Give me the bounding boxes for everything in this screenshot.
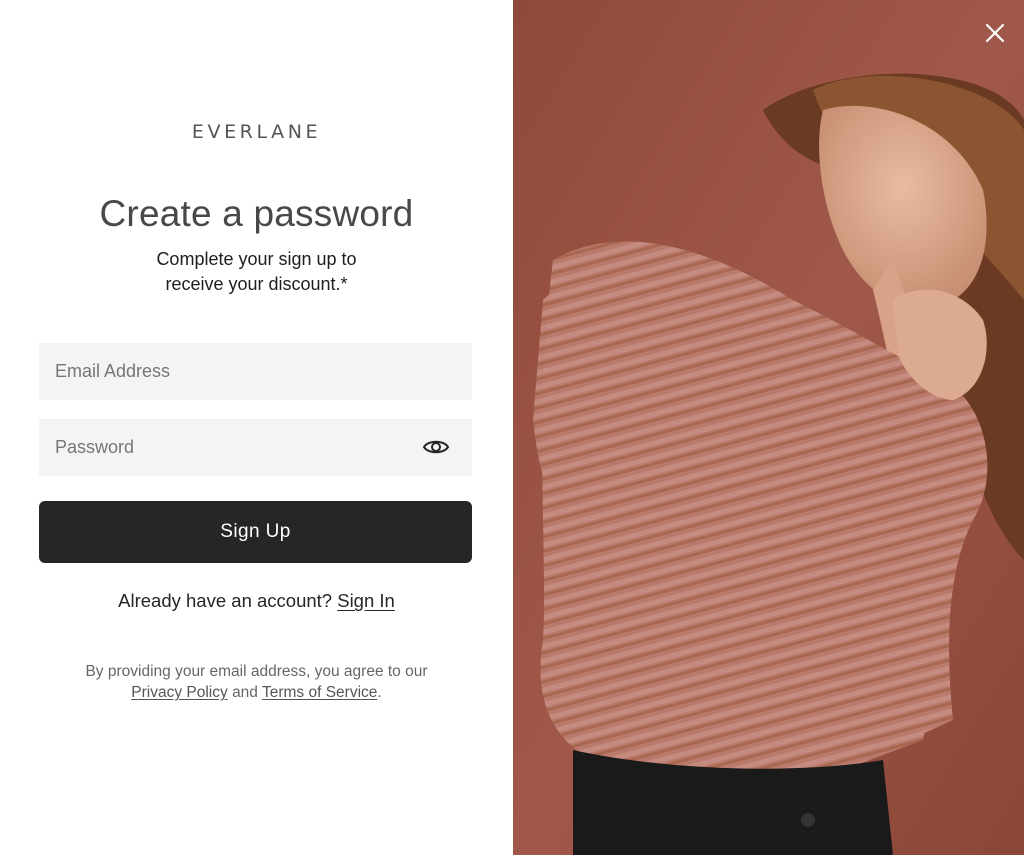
legal-conjunction: and [232,684,258,701]
legal-period: . [377,684,382,701]
legal-links-line: Privacy Policy and Terms of Service. [0,682,513,703]
subtitle-line-1: Complete your sign up to [156,249,357,269]
sign-up-button[interactable]: Sign Up [39,501,472,563]
account-prompt-text: Already have an account? [118,590,333,611]
page-title: Create a password [99,193,414,234]
email-input[interactable] [39,343,472,400]
model-photo [513,0,1024,855]
close-icon[interactable] [984,22,1006,44]
legal-notice: By providing your email address, you agr… [0,661,513,703]
eye-icon[interactable] [422,434,450,460]
email-field[interactable] [39,343,472,400]
legal-text: By providing your email address, you agr… [85,663,428,680]
hero-image-panel [513,0,1024,855]
sign-in-prompt: Already have an account? Sign In [0,590,513,612]
page-subtitle: Complete your sign up to receive your di… [0,247,513,297]
password-input[interactable] [39,419,472,476]
sign-in-link[interactable]: Sign In [337,590,395,611]
password-field[interactable] [39,419,472,476]
subtitle-line-2: receive your discount.* [165,274,348,294]
signup-panel: EVERLANE Create a password Complete your… [0,0,513,855]
privacy-policy-link[interactable]: Privacy Policy [131,684,227,701]
terms-of-service-link[interactable]: Terms of Service [262,684,377,701]
brand-logo: EVERLANE [191,121,322,143]
